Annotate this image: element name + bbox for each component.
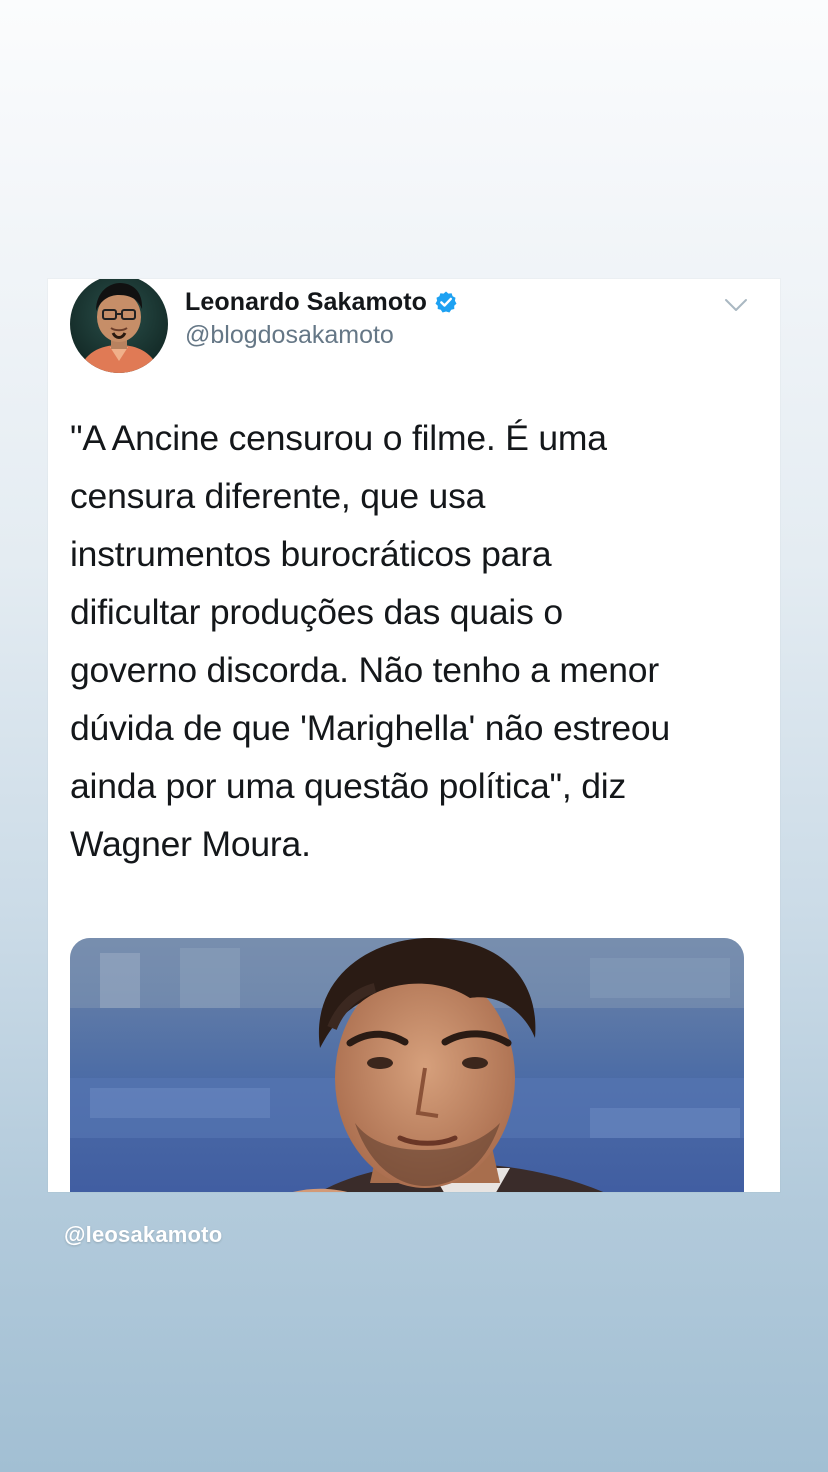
- avatar[interactable]: [70, 279, 168, 373]
- author-handle[interactable]: @blogdosakamoto: [185, 321, 394, 350]
- tweet-card[interactable]: Leonardo Sakamoto @blogdosakamoto "A Anc…: [48, 279, 780, 1192]
- tweet-media[interactable]: [70, 938, 744, 1192]
- verified-badge-icon: [435, 291, 457, 313]
- press-conference-photo-icon: [70, 938, 744, 1192]
- chevron-down-icon[interactable]: [724, 297, 748, 313]
- author-name-row[interactable]: Leonardo Sakamoto: [185, 285, 458, 319]
- profile-photo-icon: [70, 279, 168, 373]
- instagram-story: Leonardo Sakamoto @blogdosakamoto "A Anc…: [0, 0, 828, 1472]
- story-mention-sticker[interactable]: @leosakamoto: [64, 1222, 222, 1248]
- author-display-name[interactable]: Leonardo Sakamoto: [185, 288, 427, 317]
- tweet-text: "A Ancine censurou o filme. É uma censur…: [70, 418, 671, 864]
